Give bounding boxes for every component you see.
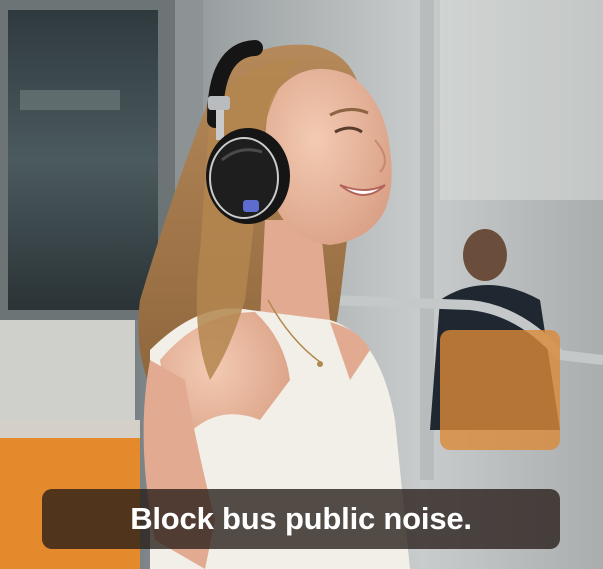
headphone-arm	[216, 110, 224, 140]
headphone-slider	[208, 96, 230, 110]
background-seat	[440, 330, 560, 450]
caption-text: Block bus public noise.	[130, 501, 472, 536]
seat-back-upper	[0, 320, 135, 430]
subway-scene-illustration	[0, 0, 603, 569]
window-glass	[8, 10, 158, 310]
window-reflection	[20, 90, 120, 110]
necklace-pendant	[317, 361, 323, 367]
background-passenger-head	[463, 229, 507, 281]
product-photo: Block bus public noise.	[0, 0, 603, 569]
caption-banner: Block bus public noise.	[42, 489, 560, 549]
ceiling-light	[440, 0, 603, 200]
seat-edge	[0, 420, 140, 438]
headphone-led-display	[243, 200, 259, 212]
